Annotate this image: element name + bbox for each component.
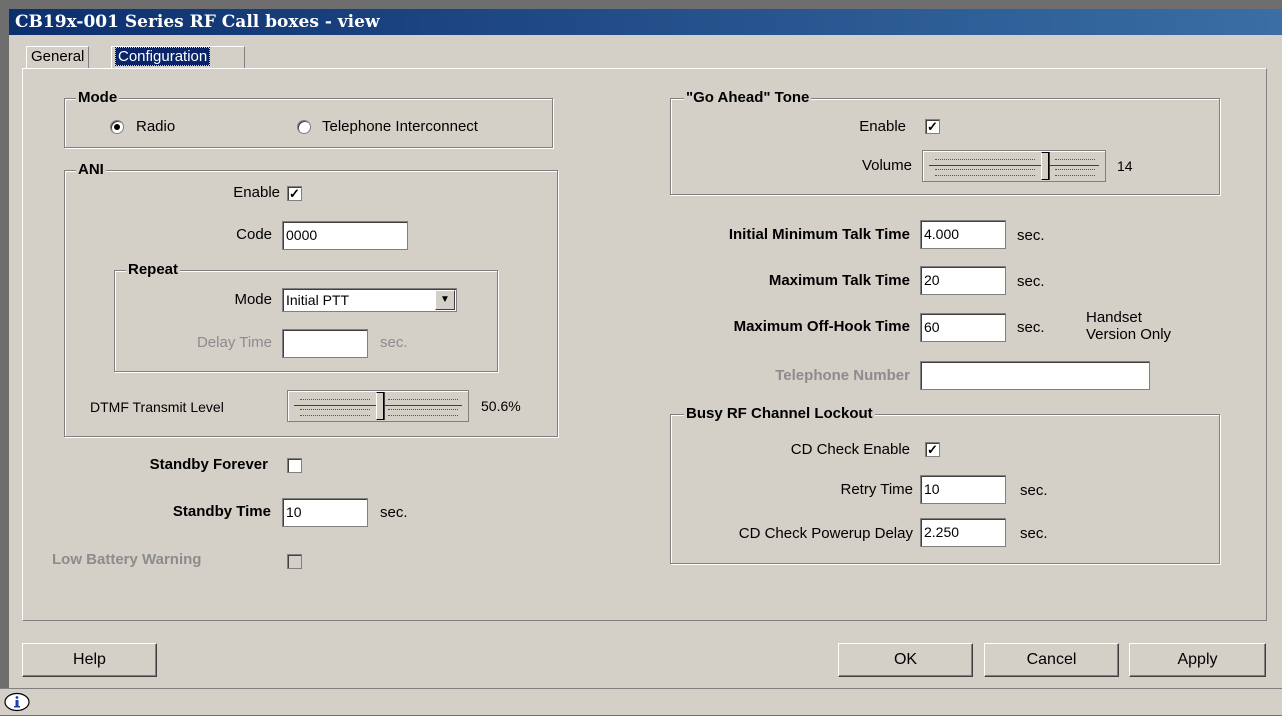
low-battery-checkbox[interactable] xyxy=(287,554,302,569)
cd-powerup-delay-input[interactable]: 2.250 xyxy=(920,518,1006,547)
max-offhook-input[interactable]: 60 xyxy=(920,313,1006,342)
go-ahead-group-label: "Go Ahead" Tone xyxy=(684,89,812,106)
slider-track xyxy=(929,165,1099,166)
standby-forever-checkbox[interactable] xyxy=(287,458,302,473)
initial-min-talk-input[interactable]: 4.000 xyxy=(920,220,1006,249)
radio-mode-label: Radio xyxy=(136,118,176,135)
retry-time-unit: sec. xyxy=(1020,482,1048,499)
window-title-bar[interactable]: CB19x-001 Series RF Call boxes - view xyxy=(9,9,1282,35)
ani-code-input[interactable]: 0000 xyxy=(282,221,408,250)
ani-enable-checkbox[interactable]: ✓ xyxy=(287,186,302,201)
standby-forever-label: Standby Forever xyxy=(149,456,268,473)
retry-time-label: Retry Time xyxy=(840,481,913,498)
info-icon[interactable] xyxy=(4,692,30,712)
retry-time-input[interactable]: 10 xyxy=(920,475,1006,504)
max-talk-label: Maximum Talk Time xyxy=(768,272,910,289)
max-talk-input[interactable]: 20 xyxy=(920,266,1006,295)
volume-value: 14 xyxy=(1117,158,1133,174)
initial-min-talk-unit: sec. xyxy=(1017,227,1045,244)
telephone-number-label: Telephone Number xyxy=(775,367,910,384)
slider-ticks xyxy=(388,409,458,416)
dtmf-slider[interactable] xyxy=(287,390,469,422)
standby-time-unit: sec. xyxy=(380,504,408,521)
mode-group-label: Mode xyxy=(76,89,120,106)
delay-time-unit: sec. xyxy=(380,334,408,351)
dtmf-value: 50.6% xyxy=(481,398,521,414)
tab-general[interactable]: General xyxy=(26,46,90,68)
apply-button[interactable]: Apply xyxy=(1129,643,1266,677)
telephone-interconnect-label: Telephone Interconnect xyxy=(322,118,478,135)
tab-configuration[interactable]: Configuration xyxy=(111,46,245,68)
volume-slider[interactable] xyxy=(922,150,1106,182)
max-talk-unit: sec. xyxy=(1017,273,1045,290)
telephone-interconnect-radio[interactable] xyxy=(297,120,311,134)
dtmf-label: DTMF Transmit Level xyxy=(90,399,224,415)
delay-time-label: Delay Time xyxy=(196,334,272,351)
handset-note-line1: Handset xyxy=(1086,309,1142,326)
cd-powerup-delay-unit: sec. xyxy=(1020,525,1048,542)
ani-group-label: ANI xyxy=(76,161,106,178)
max-offhook-unit: sec. xyxy=(1017,319,1045,336)
repeat-mode-label: Mode xyxy=(234,291,272,308)
status-bar xyxy=(0,688,1282,715)
help-button[interactable]: Help xyxy=(22,643,157,677)
handset-note-line2: Version Only xyxy=(1086,326,1172,343)
telephone-number-input[interactable] xyxy=(920,361,1150,390)
ani-code-label: Code xyxy=(236,226,272,243)
low-battery-label: Low Battery Warning xyxy=(52,551,202,568)
cd-powerup-delay-label: CD Check Powerup Delay xyxy=(738,525,913,542)
ok-button[interactable]: OK xyxy=(838,643,973,677)
window-title: CB19x-001 Series RF Call boxes - view xyxy=(15,12,380,32)
slider-ticks xyxy=(935,169,1035,176)
standby-time-label: Standby Time xyxy=(172,503,271,520)
cd-check-enable-checkbox[interactable]: ✓ xyxy=(925,442,940,457)
cancel-button[interactable]: Cancel xyxy=(984,643,1119,677)
slider-ticks xyxy=(300,409,370,416)
dtmf-slider-thumb[interactable] xyxy=(376,392,384,420)
ani-enable-label: Enable xyxy=(233,184,280,201)
go-ahead-enable-label: Enable xyxy=(859,118,906,135)
go-ahead-enable-checkbox[interactable]: ✓ xyxy=(925,119,940,134)
max-offhook-label: Maximum Off-Hook Time xyxy=(733,318,910,335)
repeat-mode-select[interactable]: Initial PTT xyxy=(282,288,457,312)
chevron-down-icon[interactable]: ▼ xyxy=(435,290,455,310)
repeat-group-label: Repeat xyxy=(126,261,181,278)
cd-check-enable-label: CD Check Enable xyxy=(790,441,910,458)
busy-rf-group-label: Busy RF Channel Lockout xyxy=(684,405,875,422)
volume-slider-thumb[interactable] xyxy=(1041,152,1049,180)
volume-label: Volume xyxy=(861,157,912,174)
slider-ticks xyxy=(1055,169,1095,176)
initial-min-talk-label: Initial Minimum Talk Time xyxy=(728,226,910,243)
delay-time-input[interactable] xyxy=(282,329,368,358)
standby-time-input[interactable]: 10 xyxy=(282,498,368,527)
radio-mode-radio[interactable] xyxy=(110,120,124,134)
